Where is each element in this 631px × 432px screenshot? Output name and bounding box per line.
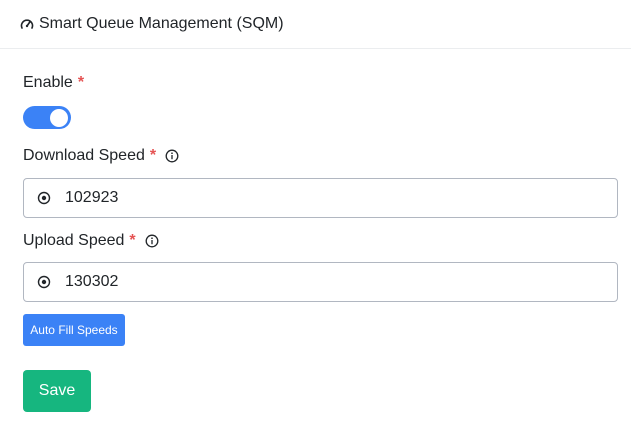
toggle-knob [50,108,68,127]
speedometer-icon [20,17,34,31]
download-speed-field[interactable] [23,178,618,218]
page-title: Smart Queue Management (SQM) [39,15,284,32]
enable-label-text: Enable [23,74,73,91]
required-asterisk: * [77,74,85,91]
enable-label: Enable * [23,74,84,92]
upload-speed-label-text: Upload Speed [23,232,125,249]
enable-toggle[interactable] [23,106,71,129]
upload-speed-field[interactable] [23,262,618,302]
info-icon[interactable] [165,149,179,163]
page-header: Smart Queue Management (SQM) [0,0,631,49]
download-speed-label: Download Speed * [23,147,179,165]
required-asterisk: * [149,147,157,164]
info-icon[interactable] [145,234,159,248]
required-asterisk: * [129,232,136,249]
download-speed-label-text: Download Speed [23,147,145,164]
save-button[interactable]: Save [23,370,91,412]
radio-dot-icon [37,275,51,289]
upload-speed-input[interactable] [65,273,585,291]
download-speed-input[interactable] [65,189,585,207]
upload-speed-label: Upload Speed * [23,232,159,250]
radio-dot-icon [37,191,51,205]
auto-fill-speeds-button[interactable]: Auto Fill Speeds [23,314,125,346]
